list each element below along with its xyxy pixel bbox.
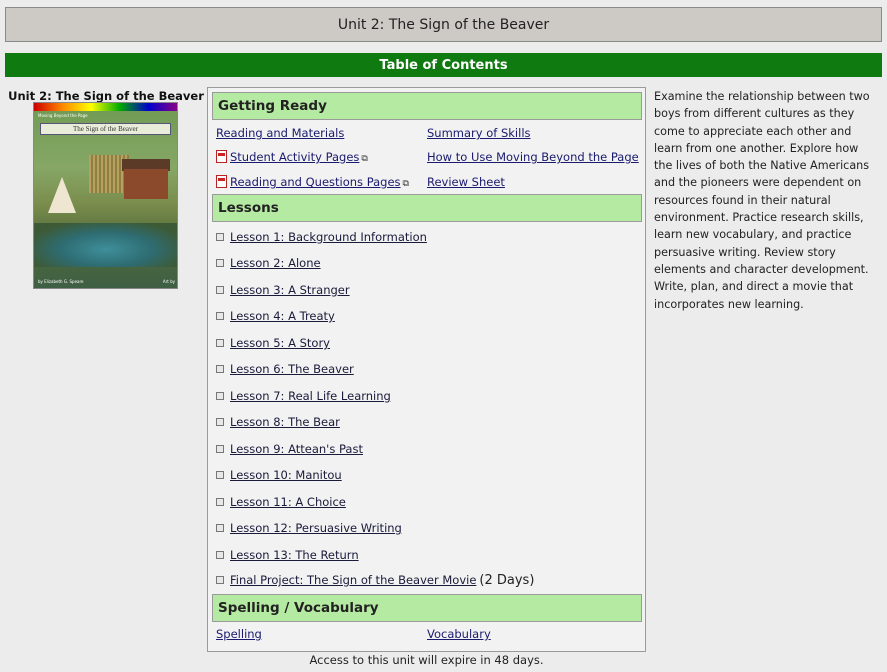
expiration-notice: Access to this unit will expire in 48 da… — [309, 653, 544, 667]
lesson-link[interactable]: Lesson 10: Manitou — [230, 468, 342, 482]
pdf-icon — [216, 150, 227, 163]
cover-cabin — [124, 169, 168, 199]
pdf-icon — [216, 175, 227, 188]
lesson-link[interactable]: Lesson 13: The Return — [230, 548, 359, 562]
toc-bar: Table of Contents — [5, 53, 882, 77]
lessons-heading: Lessons — [212, 194, 642, 222]
cover-top-text: Moving Beyond the Page — [38, 113, 88, 118]
cover-title: The Sign of the Beaver — [40, 123, 171, 135]
bullet-box-icon — [216, 418, 224, 426]
lesson-link[interactable]: Lesson 12: Persuasive Writing — [230, 521, 402, 535]
unit-title-bar: Unit 2: The Sign of the Beaver — [5, 7, 882, 42]
review-sheet-link[interactable]: Review Sheet — [427, 175, 505, 189]
lessons-label: Lessons — [218, 200, 279, 216]
cover-bottom-right: Art by — [162, 279, 175, 284]
list-item: Lesson 7: Real Life Learning — [216, 389, 391, 403]
list-item: Final Project: The Sign of the Beaver Mo… — [216, 573, 534, 588]
cover-bottom-left: by Elizabeth G. Speare — [38, 279, 84, 284]
student-activity-link[interactable]: Student Activity Pages — [230, 150, 359, 164]
final-project-duration: (2 Days) — [479, 573, 535, 588]
lesson-link[interactable]: Lesson 1: Background Information — [230, 230, 427, 244]
cover-teepee — [48, 177, 76, 213]
list-item: Lesson 6: The Beaver — [216, 362, 354, 376]
spelling-vocabulary-label: Spelling / Vocabulary — [218, 600, 379, 616]
student-activity-link-row[interactable]: Student Activity Pages ⧉ — [216, 150, 368, 164]
list-item: Lesson 3: A Stranger — [216, 283, 350, 297]
cover-top-left: Moving Beyond the Page — [38, 113, 88, 118]
cover-bottom-text: by Elizabeth G. Speare Art by — [38, 279, 175, 284]
list-item: Lesson 1: Background Information — [216, 230, 427, 244]
cover-stripe — [34, 103, 177, 111]
bullet-box-icon — [216, 576, 224, 584]
external-link-icon: ⧉ — [402, 179, 409, 189]
getting-ready-heading: Getting Ready — [212, 92, 642, 120]
sidebar-title: Unit 2: The Sign of the Beaver — [8, 89, 204, 103]
lesson-link[interactable]: Lesson 3: A Stranger — [230, 283, 350, 297]
bullet-box-icon — [216, 259, 224, 267]
external-link-icon: ⧉ — [361, 154, 368, 164]
book-cover-image: Moving Beyond the Page The Sign of the B… — [33, 102, 178, 289]
reading-questions-link-row[interactable]: Reading and Questions Pages ⧉ — [216, 175, 409, 189]
list-item: Lesson 4: A Treaty — [216, 309, 335, 323]
unit-title: Unit 2: The Sign of the Beaver — [337, 16, 550, 33]
bullet-box-icon — [216, 339, 224, 347]
bullet-box-icon — [216, 471, 224, 479]
vocabulary-link[interactable]: Vocabulary — [427, 627, 491, 641]
spelling-link[interactable]: Spelling — [216, 627, 262, 641]
lesson-link[interactable]: Lesson 11: A Choice — [230, 495, 346, 509]
summary-skills-link[interactable]: Summary of Skills — [427, 126, 531, 140]
bullet-box-icon — [216, 392, 224, 400]
spelling-vocabulary-heading: Spelling / Vocabulary — [212, 594, 642, 622]
list-item: Lesson 5: A Story — [216, 336, 330, 350]
reading-materials-link[interactable]: Reading and Materials — [216, 126, 344, 140]
list-item: Lesson 13: The Return — [216, 548, 359, 562]
lesson-link[interactable]: Lesson 7: Real Life Learning — [230, 389, 391, 403]
list-item: Lesson 2: Alone — [216, 256, 321, 270]
bullet-box-icon — [216, 312, 224, 320]
reading-questions-link[interactable]: Reading and Questions Pages — [230, 175, 401, 189]
bullet-box-icon — [216, 286, 224, 294]
cover-river — [34, 223, 177, 267]
bullet-box-icon — [216, 524, 224, 532]
lesson-link[interactable]: Lesson 5: A Story — [230, 336, 330, 350]
bullet-box-icon — [216, 498, 224, 506]
sidebar: Unit 2: The Sign of the Beaver — [8, 89, 204, 103]
bullet-box-icon — [216, 445, 224, 453]
lesson-link[interactable]: Lesson 6: The Beaver — [230, 362, 354, 376]
list-item: Lesson 11: A Choice — [216, 495, 346, 509]
lesson-link[interactable]: Lesson 8: The Bear — [230, 415, 340, 429]
bullet-box-icon — [216, 365, 224, 373]
lesson-link[interactable]: Lesson 2: Alone — [230, 256, 321, 270]
bullet-box-icon — [216, 551, 224, 559]
unit-description: Examine the relationship between two boy… — [654, 90, 870, 311]
final-project-link[interactable]: Final Project: The Sign of the Beaver Mo… — [230, 573, 476, 587]
bullet-box-icon — [216, 233, 224, 241]
lesson-link[interactable]: Lesson 4: A Treaty — [230, 309, 335, 323]
lesson-link[interactable]: Lesson 9: Attean's Past — [230, 442, 363, 456]
list-item: Lesson 9: Attean's Past — [216, 442, 363, 456]
list-item: Lesson 10: Manitou — [216, 468, 342, 482]
list-item: Lesson 8: The Bear — [216, 415, 340, 429]
getting-ready-label: Getting Ready — [218, 98, 327, 114]
list-item: Lesson 12: Persuasive Writing — [216, 521, 402, 535]
toc-panel: Getting Ready Reading and Materials Summ… — [207, 87, 646, 652]
how-to-use-link[interactable]: How to Use Moving Beyond the Page — [427, 150, 639, 164]
toc-title: Table of Contents — [379, 57, 508, 73]
